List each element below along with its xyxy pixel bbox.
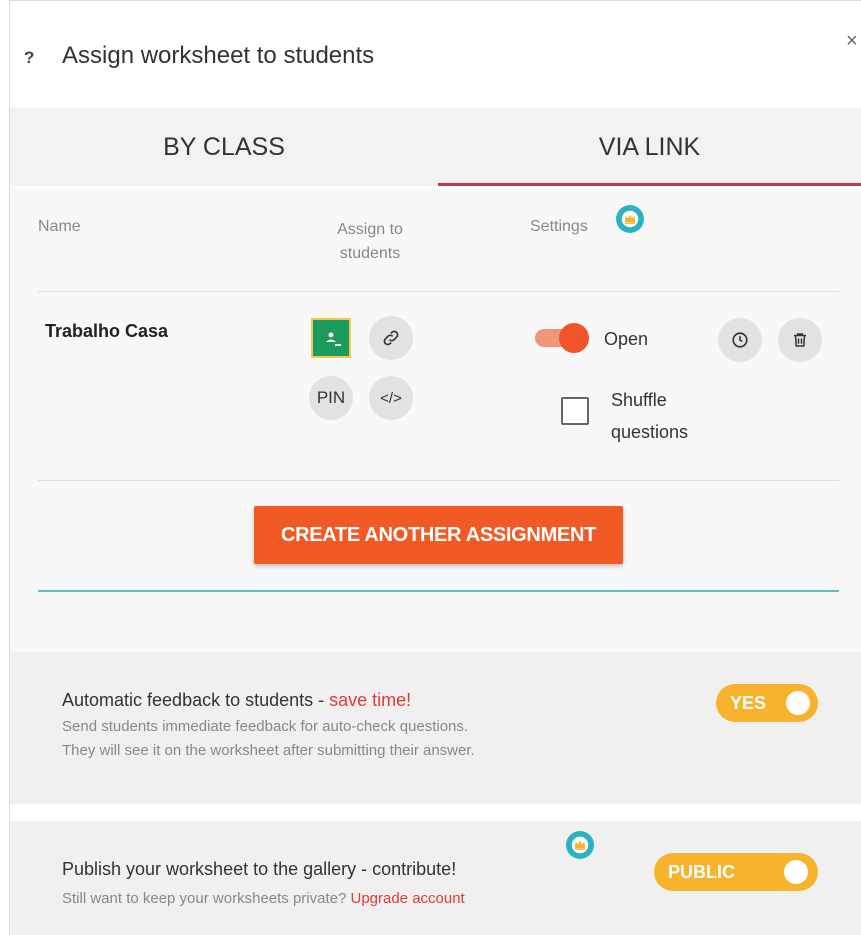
column-header-settings: Settings — [530, 218, 588, 235]
crown-icon — [566, 831, 594, 859]
embed-code-button[interactable]: </> — [369, 376, 413, 420]
feedback-toggle-label: YES — [730, 693, 767, 713]
shuffle-label-line1: Shuffle — [611, 390, 667, 410]
publish-panel: Publish your worksheet to the gallery - … — [10, 821, 861, 935]
tab-via-link[interactable]: VIA LINK — [438, 108, 861, 186]
publish-title: Publish your worksheet to the gallery - … — [62, 859, 457, 879]
feedback-toggle[interactable]: YES — [716, 684, 818, 722]
column-header-assign-line1: Assign to — [337, 221, 403, 238]
trash-icon[interactable] — [778, 318, 822, 362]
shuffle-label-line2: questions — [611, 422, 689, 442]
tab-by-class[interactable]: BY CLASS — [10, 108, 438, 186]
feedback-toggle-knob — [786, 691, 810, 715]
feedback-desc-line1: Send students immediate feedback for aut… — [62, 718, 469, 735]
open-status-label: Open — [604, 329, 649, 349]
upgrade-account-link[interactable]: Upgrade account — [350, 890, 464, 907]
feedback-title: Automatic feedback to students - save ti… — [62, 690, 411, 711]
publish-toggle-label: PUBLIC — [668, 862, 735, 882]
column-header-assign-line2: students — [339, 245, 401, 262]
crown-icon — [616, 205, 644, 233]
feedback-title-highlight: save time! — [329, 690, 412, 710]
publish-toggle[interactable]: PUBLIC — [654, 853, 818, 891]
assignment-name: Trabalho Casa — [45, 321, 169, 341]
publish-desc-text: Still want to keep your worksheets priva… — [62, 890, 351, 907]
link-icon[interactable] — [369, 316, 413, 360]
column-header-assign: Assign to students — [310, 218, 430, 266]
help-icon[interactable]: ? — [24, 48, 34, 68]
shuffle-checkbox[interactable] — [561, 397, 589, 425]
feedback-panel: Automatic feedback to students - save ti… — [10, 652, 861, 804]
row-divider — [38, 480, 839, 481]
header-divider — [38, 291, 839, 292]
feedback-desc-line2: They will see it on the worksheet after … — [62, 742, 475, 759]
section-divider — [38, 590, 839, 592]
shuffle-label: Shuffle questions — [611, 384, 688, 448]
clock-icon[interactable] — [718, 318, 762, 362]
dialog-title: Assign worksheet to students — [62, 42, 375, 69]
open-toggle[interactable] — [535, 323, 589, 353]
feedback-description: Send students immediate feedback for aut… — [62, 715, 475, 763]
tab-bar: BY CLASS VIA LINK — [10, 108, 861, 186]
google-classroom-icon[interactable] — [311, 318, 351, 358]
pin-button[interactable]: PIN — [309, 376, 353, 420]
feedback-title-main: Automatic feedback to students - — [62, 690, 330, 710]
publish-toggle-knob — [784, 860, 808, 884]
create-another-assignment-button[interactable]: CREATE ANOTHER ASSIGNMENT — [254, 506, 623, 564]
column-header-name: Name — [38, 218, 81, 235]
close-icon[interactable]: × — [846, 30, 858, 53]
publish-description: Still want to keep your worksheets priva… — [62, 887, 465, 911]
panel-gap — [10, 804, 861, 821]
open-toggle-knob — [559, 323, 589, 353]
